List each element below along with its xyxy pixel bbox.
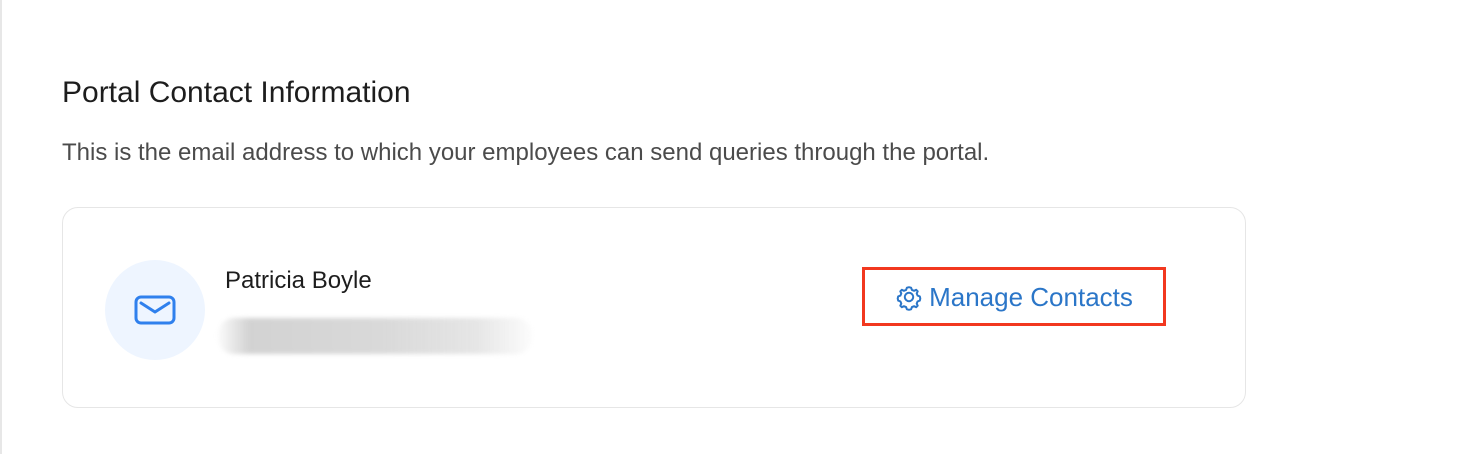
left-divider bbox=[0, 0, 2, 454]
gear-icon bbox=[896, 285, 922, 311]
contact-email-blurred: ████████████████ bbox=[218, 318, 532, 354]
contact-card: Patricia Boyle ████████████████ Manage C… bbox=[62, 207, 1246, 408]
page-title: Portal Contact Information bbox=[62, 76, 411, 109]
contact-name: Patricia Boyle bbox=[225, 267, 372, 294]
manage-contacts-label: Manage Contacts bbox=[929, 281, 1133, 312]
mail-icon bbox=[134, 295, 176, 325]
section-description: This is the email address to which your … bbox=[62, 139, 990, 166]
portal-contact-section: Portal Contact Information This is the e… bbox=[62, 0, 1282, 454]
contact-avatar bbox=[105, 260, 205, 360]
manage-contacts-button[interactable]: Manage Contacts bbox=[862, 267, 1166, 326]
